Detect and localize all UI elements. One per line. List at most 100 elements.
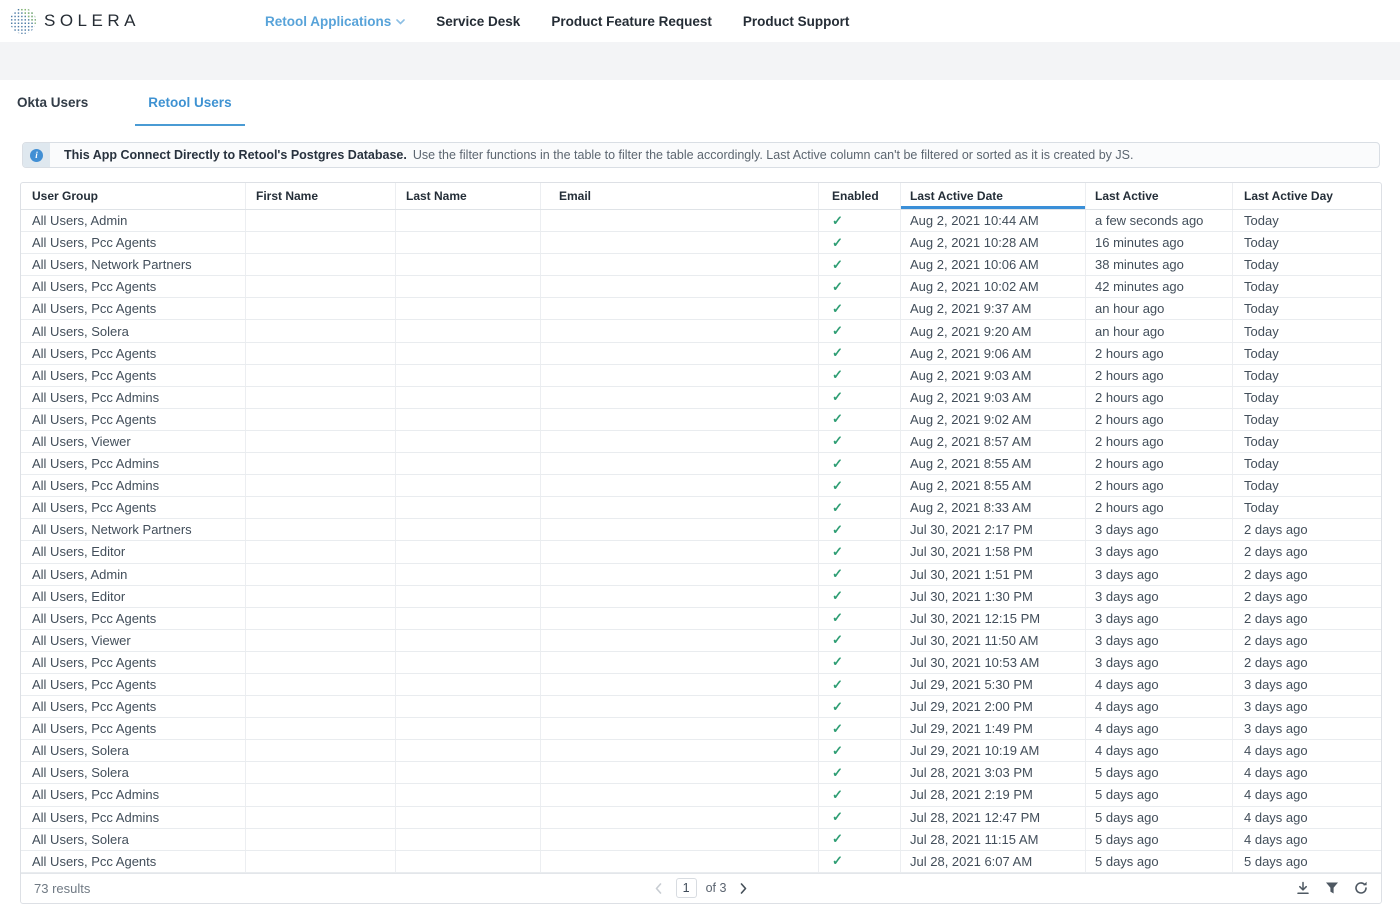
tab-retool-users[interactable]: Retool Users — [135, 80, 244, 126]
enabled-cell[interactable]: ✓ — [819, 829, 901, 850]
last-active-cell[interactable]: 3 days ago — [1086, 652, 1233, 673]
last-name-cell[interactable] — [396, 784, 541, 805]
table-row[interactable]: All Users, Pcc Agents✓Jul 28, 2021 6:07 … — [21, 851, 1381, 873]
last-active-date-cell[interactable]: Aug 2, 2021 8:55 AM — [901, 475, 1086, 496]
last-active-day-cell[interactable]: 5 days ago — [1233, 851, 1381, 872]
last-active-date-cell[interactable]: Aug 2, 2021 9:02 AM — [901, 409, 1086, 430]
last-active-day-cell[interactable]: Today — [1233, 497, 1381, 518]
enabled-cell[interactable]: ✓ — [819, 784, 901, 805]
first-name-cell[interactable] — [246, 829, 396, 850]
enabled-cell[interactable]: ✓ — [819, 276, 901, 297]
email-cell[interactable] — [541, 762, 819, 783]
email-cell[interactable] — [541, 696, 819, 717]
last-active-date-cell[interactable]: Jul 28, 2021 3:03 PM — [901, 762, 1086, 783]
first-name-cell[interactable] — [246, 254, 396, 275]
table-row[interactable]: All Users, Pcc Admins✓Aug 2, 2021 9:03 A… — [21, 387, 1381, 409]
table-row[interactable]: All Users, Pcc Agents✓Aug 2, 2021 9:06 A… — [21, 343, 1381, 365]
user-group-cell[interactable]: All Users, Pcc Admins — [21, 475, 246, 496]
last-active-date-cell[interactable]: Jul 29, 2021 2:00 PM — [901, 696, 1086, 717]
email-cell[interactable] — [541, 674, 819, 695]
nav-product-support[interactable]: Product Support — [743, 14, 850, 29]
last-name-cell[interactable] — [396, 630, 541, 651]
last-active-cell[interactable]: 2 hours ago — [1086, 475, 1233, 496]
last-name-cell[interactable] — [396, 320, 541, 341]
table-row[interactable]: All Users, Solera✓Aug 2, 2021 9:20 AMan … — [21, 320, 1381, 342]
user-group-cell[interactable]: All Users, Pcc Agents — [21, 851, 246, 872]
last-active-cell[interactable]: 2 hours ago — [1086, 431, 1233, 452]
last-active-date-cell[interactable]: Jul 28, 2021 12:47 PM — [901, 807, 1086, 828]
last-active-cell[interactable]: 2 hours ago — [1086, 343, 1233, 364]
last-name-cell[interactable] — [396, 431, 541, 452]
last-active-day-cell[interactable]: 2 days ago — [1233, 652, 1381, 673]
first-name-cell[interactable] — [246, 807, 396, 828]
last-active-date-cell[interactable]: Aug 2, 2021 9:37 AM — [901, 298, 1086, 319]
email-cell[interactable] — [541, 431, 819, 452]
last-active-day-cell[interactable]: 2 days ago — [1233, 541, 1381, 562]
table-row[interactable]: All Users, Editor✓Jul 30, 2021 1:30 PM3 … — [21, 586, 1381, 608]
enabled-cell[interactable]: ✓ — [819, 320, 901, 341]
column-header-user-group[interactable]: User Group — [21, 183, 246, 209]
enabled-cell[interactable]: ✓ — [819, 851, 901, 872]
last-active-date-cell[interactable]: Jul 29, 2021 5:30 PM — [901, 674, 1086, 695]
last-name-cell[interactable] — [396, 652, 541, 673]
user-group-cell[interactable]: All Users, Pcc Agents — [21, 409, 246, 430]
prev-page-button[interactable] — [651, 880, 667, 896]
email-cell[interactable] — [541, 652, 819, 673]
first-name-cell[interactable] — [246, 365, 396, 386]
first-name-cell[interactable] — [246, 740, 396, 761]
last-active-day-cell[interactable]: Today — [1233, 453, 1381, 474]
first-name-cell[interactable] — [246, 276, 396, 297]
last-active-cell[interactable]: 4 days ago — [1086, 674, 1233, 695]
last-name-cell[interactable] — [396, 762, 541, 783]
table-row[interactable]: All Users, Network Partners✓Aug 2, 2021 … — [21, 254, 1381, 276]
enabled-cell[interactable]: ✓ — [819, 762, 901, 783]
enabled-cell[interactable]: ✓ — [819, 740, 901, 761]
last-name-cell[interactable] — [396, 343, 541, 364]
last-active-cell[interactable]: 3 days ago — [1086, 564, 1233, 585]
last-name-cell[interactable] — [396, 541, 541, 562]
last-name-cell[interactable] — [396, 564, 541, 585]
enabled-cell[interactable]: ✓ — [819, 387, 901, 408]
first-name-cell[interactable] — [246, 232, 396, 253]
enabled-cell[interactable]: ✓ — [819, 453, 901, 474]
last-name-cell[interactable] — [396, 453, 541, 474]
first-name-cell[interactable] — [246, 475, 396, 496]
last-active-cell[interactable]: 4 days ago — [1086, 718, 1233, 739]
column-header-last-active-date[interactable]: Last Active Date — [901, 183, 1086, 209]
last-active-cell[interactable]: 5 days ago — [1086, 851, 1233, 872]
email-cell[interactable] — [541, 343, 819, 364]
last-active-day-cell[interactable]: Today — [1233, 298, 1381, 319]
last-active-day-cell[interactable]: 2 days ago — [1233, 564, 1381, 585]
email-cell[interactable] — [541, 564, 819, 585]
last-active-date-cell[interactable]: Aug 2, 2021 8:57 AM — [901, 431, 1086, 452]
first-name-cell[interactable] — [246, 519, 396, 540]
table-row[interactable]: All Users, Pcc Agents✓Aug 2, 2021 10:02 … — [21, 276, 1381, 298]
email-cell[interactable] — [541, 387, 819, 408]
last-active-date-cell[interactable]: Jul 29, 2021 10:19 AM — [901, 740, 1086, 761]
table-row[interactable]: All Users, Pcc Agents✓Jul 29, 2021 5:30 … — [21, 674, 1381, 696]
first-name-cell[interactable] — [246, 674, 396, 695]
column-header-email[interactable]: Email — [541, 183, 819, 209]
enabled-cell[interactable]: ✓ — [819, 409, 901, 430]
email-cell[interactable] — [541, 453, 819, 474]
last-active-cell[interactable]: an hour ago — [1086, 298, 1233, 319]
enabled-cell[interactable]: ✓ — [819, 298, 901, 319]
first-name-cell[interactable] — [246, 409, 396, 430]
nav-product-feature-request[interactable]: Product Feature Request — [551, 14, 712, 29]
last-name-cell[interactable] — [396, 276, 541, 297]
last-active-day-cell[interactable]: 4 days ago — [1233, 829, 1381, 850]
last-active-cell[interactable]: 5 days ago — [1086, 829, 1233, 850]
last-active-cell[interactable]: 2 hours ago — [1086, 453, 1233, 474]
last-name-cell[interactable] — [396, 298, 541, 319]
last-name-cell[interactable] — [396, 409, 541, 430]
email-cell[interactable] — [541, 409, 819, 430]
last-active-day-cell[interactable]: Today — [1233, 210, 1381, 231]
table-row[interactable]: All Users, Pcc Agents✓Aug 2, 2021 10:28 … — [21, 232, 1381, 254]
user-group-cell[interactable]: All Users, Pcc Agents — [21, 365, 246, 386]
table-row[interactable]: All Users, Pcc Admins✓Aug 2, 2021 8:55 A… — [21, 475, 1381, 497]
last-active-date-cell[interactable]: Jul 28, 2021 2:19 PM — [901, 784, 1086, 805]
last-name-cell[interactable] — [396, 365, 541, 386]
enabled-cell[interactable]: ✓ — [819, 210, 901, 231]
user-group-cell[interactable]: All Users, Viewer — [21, 431, 246, 452]
email-cell[interactable] — [541, 851, 819, 872]
